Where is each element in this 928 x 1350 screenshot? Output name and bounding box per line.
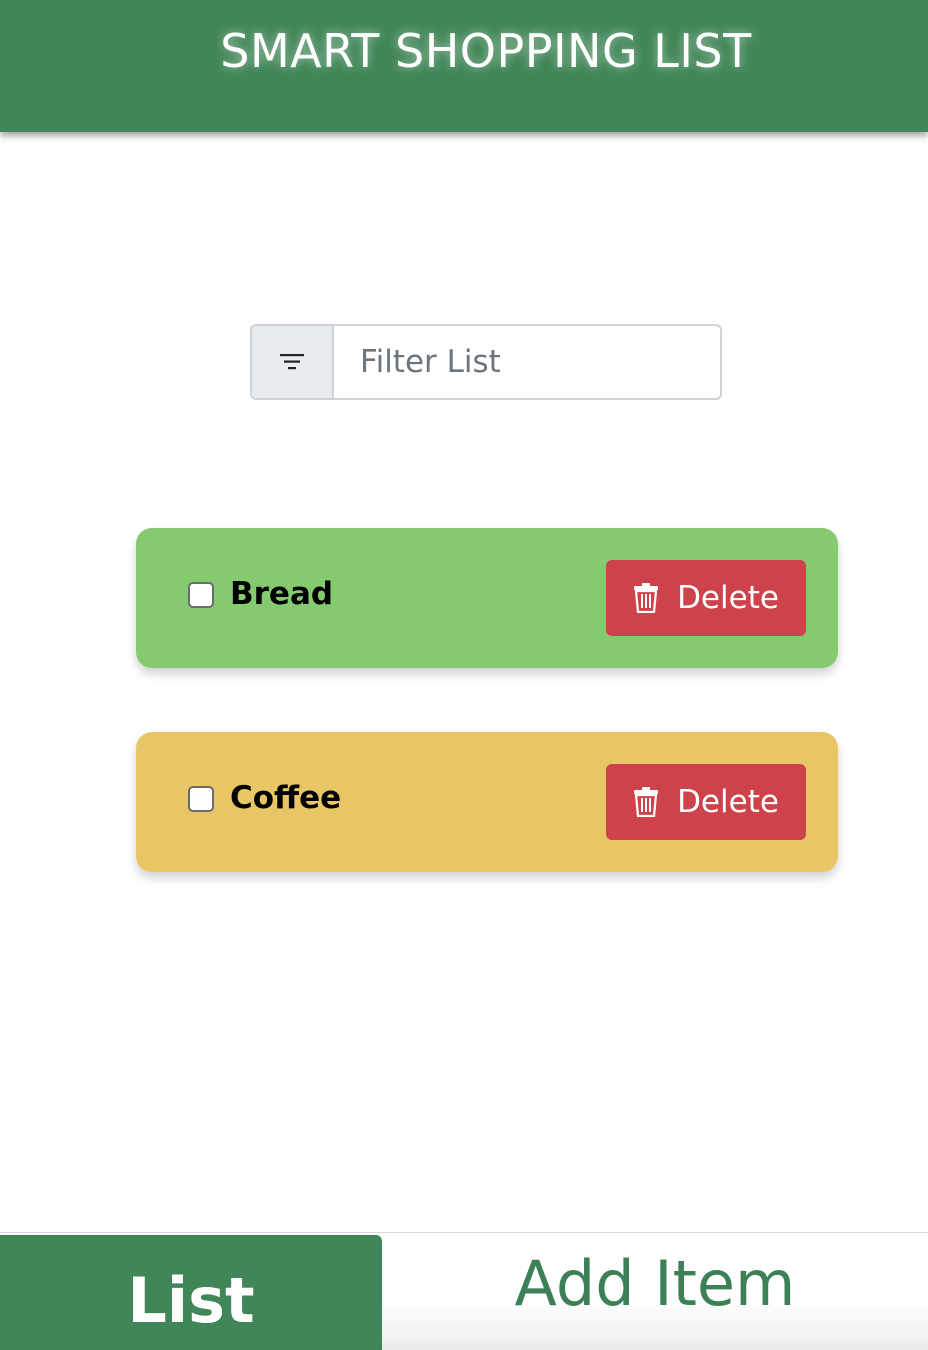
tab-list[interactable]: List: [0, 1235, 382, 1350]
list-item-bread: Bread Delete: [136, 528, 838, 668]
item-checkbox[interactable]: [188, 582, 214, 608]
app: SMART SHOPPING LIST Bread Delete: [0, 0, 928, 1350]
delete-button[interactable]: Delete: [606, 764, 806, 840]
app-header: SMART SHOPPING LIST: [0, 0, 928, 132]
trash-icon: [634, 583, 659, 613]
filter-group: [250, 324, 722, 400]
trash-icon: [634, 787, 659, 817]
filter-button[interactable]: [250, 324, 334, 400]
item-label: Coffee: [230, 780, 342, 816]
tab-add-item[interactable]: Add Item: [382, 1235, 928, 1350]
delete-label: Delete: [677, 580, 779, 616]
filter-input[interactable]: [332, 324, 722, 400]
filter-icon: [280, 354, 304, 370]
delete-button[interactable]: Delete: [606, 560, 806, 636]
bottom-nav: List Add Item: [0, 1232, 928, 1350]
list-item-coffee: Coffee Delete: [136, 732, 838, 872]
item-label: Bread: [230, 576, 334, 612]
item-checkbox[interactable]: [188, 786, 214, 812]
page-title: SMART SHOPPING LIST: [220, 24, 752, 78]
delete-label: Delete: [677, 784, 779, 820]
